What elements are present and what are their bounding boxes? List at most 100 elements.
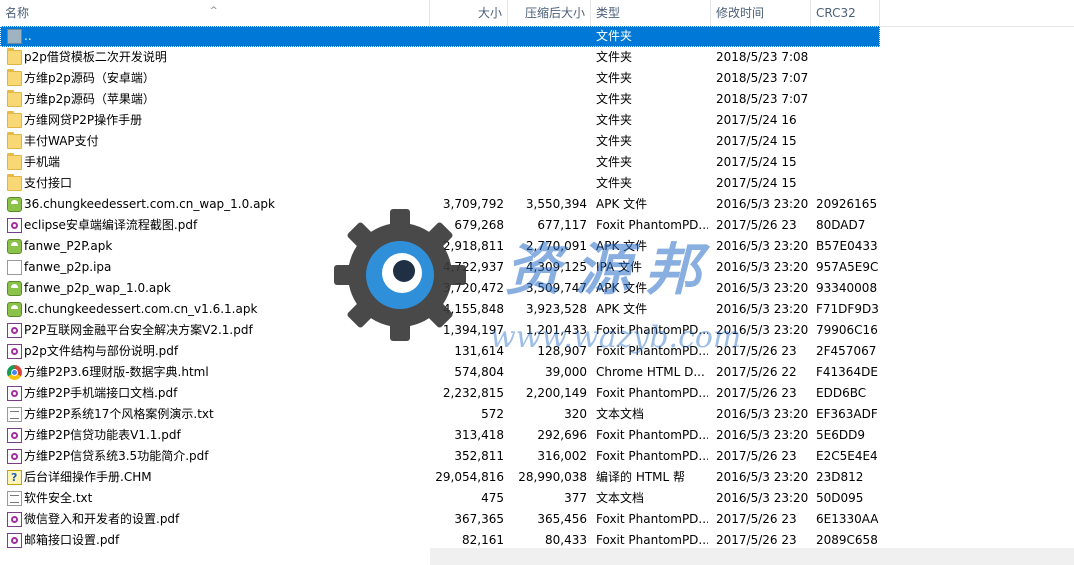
- file-modified: 2017/5/26 23: [716, 218, 797, 232]
- file-crc32: EDD6BC: [816, 386, 867, 400]
- file-modified: 2016/5/3 23:20: [716, 302, 808, 316]
- file-modified: 2017/5/26 23: [716, 512, 797, 526]
- file-row[interactable]: 软件安全.txt 475 377 文本文档 2016/5/3 23:20 50D095: [0, 488, 880, 509]
- file-compressed-size: 3,509,747: [525, 281, 587, 295]
- txt-icon: [7, 407, 22, 422]
- file-compressed-size: [508, 26, 591, 47]
- file-row[interactable]: 方维P2P3.6理财版-数据字典.html 574,804 39,000 Chrome…: [0, 362, 880, 383]
- folder-icon: [7, 174, 22, 191]
- file-type: 文件夹: [596, 71, 633, 85]
- file-size: [430, 68, 508, 89]
- folder-icon: [7, 90, 22, 107]
- column-header-crc32[interactable]: CRC32: [811, 0, 880, 26]
- file-crc32: F71DF9D3: [816, 302, 879, 316]
- file-row[interactable]: eclipse安卓端编译流程截图.pdf 679,268 677,117 Foxit …: [0, 215, 880, 236]
- file-row[interactable]: 手机端 文件夹 2017/5/24 15: [0, 152, 880, 173]
- file-size: 29,054,816: [435, 470, 504, 484]
- file-type: 文件夹: [596, 50, 633, 64]
- file-row[interactable]: 方维P2P信贷系统3.5功能简介.pdf 352,811 316,002 Foxit …: [0, 446, 880, 467]
- file-compressed-size: 365,456: [537, 512, 587, 526]
- file-row[interactable]: p2p借贷模板二次开发说明 文件夹 2018/5/23 7:08: [0, 47, 880, 68]
- file-compressed-size: 377: [564, 491, 587, 505]
- file-size: 367,365: [454, 512, 504, 526]
- file-row[interactable]: P2P互联网金融平台安全解决方案V2.1.pdf 1,394,197 1,201,4…: [0, 320, 880, 341]
- file-size: 4,722,937: [442, 260, 504, 274]
- file-crc32: 79906C16: [816, 323, 878, 337]
- file-name: 方维P2P3.6理财版-数据字典.html: [24, 365, 209, 379]
- file-row[interactable]: 方维P2P手机端接口文档.pdf 2,232,815 2,200,149 Foxit …: [0, 383, 880, 404]
- file-name: 方维p2p源码（苹果端）: [24, 92, 155, 106]
- file-modified: 2018/5/23 7:08: [716, 50, 808, 64]
- folder-icon: [7, 111, 22, 128]
- file-name: 软件安全.txt: [24, 491, 93, 505]
- file-row[interactable]: fanwe_p2p.ipa 4,722,937 4,309,125 IPA 文件 201…: [0, 257, 880, 278]
- file-modified: 2017/5/24 15: [716, 176, 797, 190]
- file-size: 574,804: [454, 365, 504, 379]
- file-crc32: 957A5E9C: [816, 260, 879, 274]
- file-size: [430, 110, 508, 131]
- file-crc32: 20926165: [816, 197, 878, 211]
- file-name: fanwe_P2P.apk: [24, 239, 113, 253]
- up-folder-icon: [7, 29, 22, 44]
- file-type: 编译的 HTML 帮: [596, 470, 686, 484]
- file-modified: 2017/5/26 23: [716, 449, 797, 463]
- file-crc32: EF363ADF: [816, 407, 878, 421]
- column-header-type[interactable]: 类型: [591, 0, 711, 26]
- file-compressed-size: [508, 131, 591, 152]
- file-row[interactable]: 后台详细操作手册.CHM 29,054,816 28,990,038 编译的 HTML…: [0, 467, 880, 488]
- file-row[interactable]: 方维P2P信贷功能表V1.1.pdf 313,418 292,696 Foxit Ph…: [0, 425, 880, 446]
- file-row[interactable]: 方维p2p源码（安卓端） 文件夹 2018/5/23 7:07: [0, 68, 880, 89]
- file-crc32: F41364DE: [816, 365, 878, 379]
- column-header-modified[interactable]: 修改时间: [711, 0, 811, 26]
- file-size: [430, 173, 508, 194]
- empty-area: [430, 548, 1074, 565]
- column-header-name[interactable]: 名称 ^: [0, 0, 430, 26]
- column-header-size[interactable]: 大小: [430, 0, 508, 26]
- file-row[interactable]: 36.chungkeedessert.com.cn_wap_1.0.apk 3,7…: [0, 194, 880, 215]
- column-header-compressed-size[interactable]: 压缩后大小: [508, 0, 591, 26]
- file-modified: 2016/5/3 23:20: [716, 197, 808, 211]
- file-row[interactable]: fanwe_P2P.apk 2,918,811 2,770,091 APK 文件 201…: [0, 236, 880, 257]
- file-modified: 2016/5/3 23:20: [716, 239, 808, 253]
- file-crc32: 5E6DD9: [816, 428, 865, 442]
- file-compressed-size: [508, 110, 591, 131]
- file-row[interactable]: 支付接口 文件夹 2017/5/24 15: [0, 173, 880, 194]
- file-type: APK 文件: [596, 302, 648, 316]
- file-modified: 2016/5/3 23:20: [716, 407, 808, 421]
- file-type: Chrome HTML D...: [596, 365, 705, 379]
- apk-icon: [7, 302, 22, 317]
- file-crc32: 6E1330AA: [816, 512, 879, 526]
- file-compressed-size: [508, 68, 591, 89]
- file-row[interactable]: 方维P2P系统17个风格案例演示.txt 572 320 文本文档 2016/5/3 2…: [0, 404, 880, 425]
- file-compressed-size: [508, 89, 591, 110]
- file-row[interactable]: 微信登入和开发者的设置.pdf 367,365 365,456 Foxit Phant…: [0, 509, 880, 530]
- file-name: p2p借贷模板二次开发说明: [24, 50, 167, 64]
- file-type: APK 文件: [596, 239, 648, 253]
- file-name: 后台详细操作手册.CHM: [24, 470, 152, 484]
- file-compressed-size: 2,200,149: [525, 386, 587, 400]
- file-row[interactable]: 方维网贷P2P操作手册 文件夹 2017/5/24 16: [0, 110, 880, 131]
- file-modified: 2016/5/3 23:20: [716, 470, 808, 484]
- file-modified: [716, 26, 808, 47]
- file-modified: 2017/5/26 23: [716, 344, 797, 358]
- file-modified: 2016/5/3 23:20: [716, 323, 808, 337]
- file-type: APK 文件: [596, 197, 648, 211]
- file-row[interactable]: 丰付WAP支付 文件夹 2017/5/24 15: [0, 131, 880, 152]
- file-row[interactable]: 方维p2p源码（苹果端） 文件夹 2018/5/23 7:07: [0, 89, 880, 110]
- chrome-html-icon: [7, 365, 22, 380]
- file-compressed-size: 3,550,394: [525, 197, 587, 211]
- file-row[interactable]: lc.chungkeedessert.com.cn_v1.6.1.apk 4,15…: [0, 299, 880, 320]
- file-size: [430, 47, 508, 68]
- file-crc32: [816, 173, 880, 194]
- file-row[interactable]: .. 文件夹: [0, 26, 880, 47]
- column-header-name-label: 名称: [5, 6, 30, 20]
- sort-ascending-icon: ^: [210, 6, 218, 16]
- file-row[interactable]: p2p文件结构与部份说明.pdf 131,614 128,907 Foxit Phan…: [0, 341, 880, 362]
- file-compressed-size: 677,117: [537, 218, 587, 232]
- file-row[interactable]: fanwe_p2p_wap_1.0.apk 3,720,472 3,509,747 A…: [0, 278, 880, 299]
- file-type: Foxit PhantomPD...: [596, 218, 708, 232]
- file-crc32: E2C5E4E4: [816, 449, 878, 463]
- file-modified: 2017/5/26 23: [716, 386, 797, 400]
- file-size: 475: [481, 491, 504, 505]
- file-size: [430, 152, 508, 173]
